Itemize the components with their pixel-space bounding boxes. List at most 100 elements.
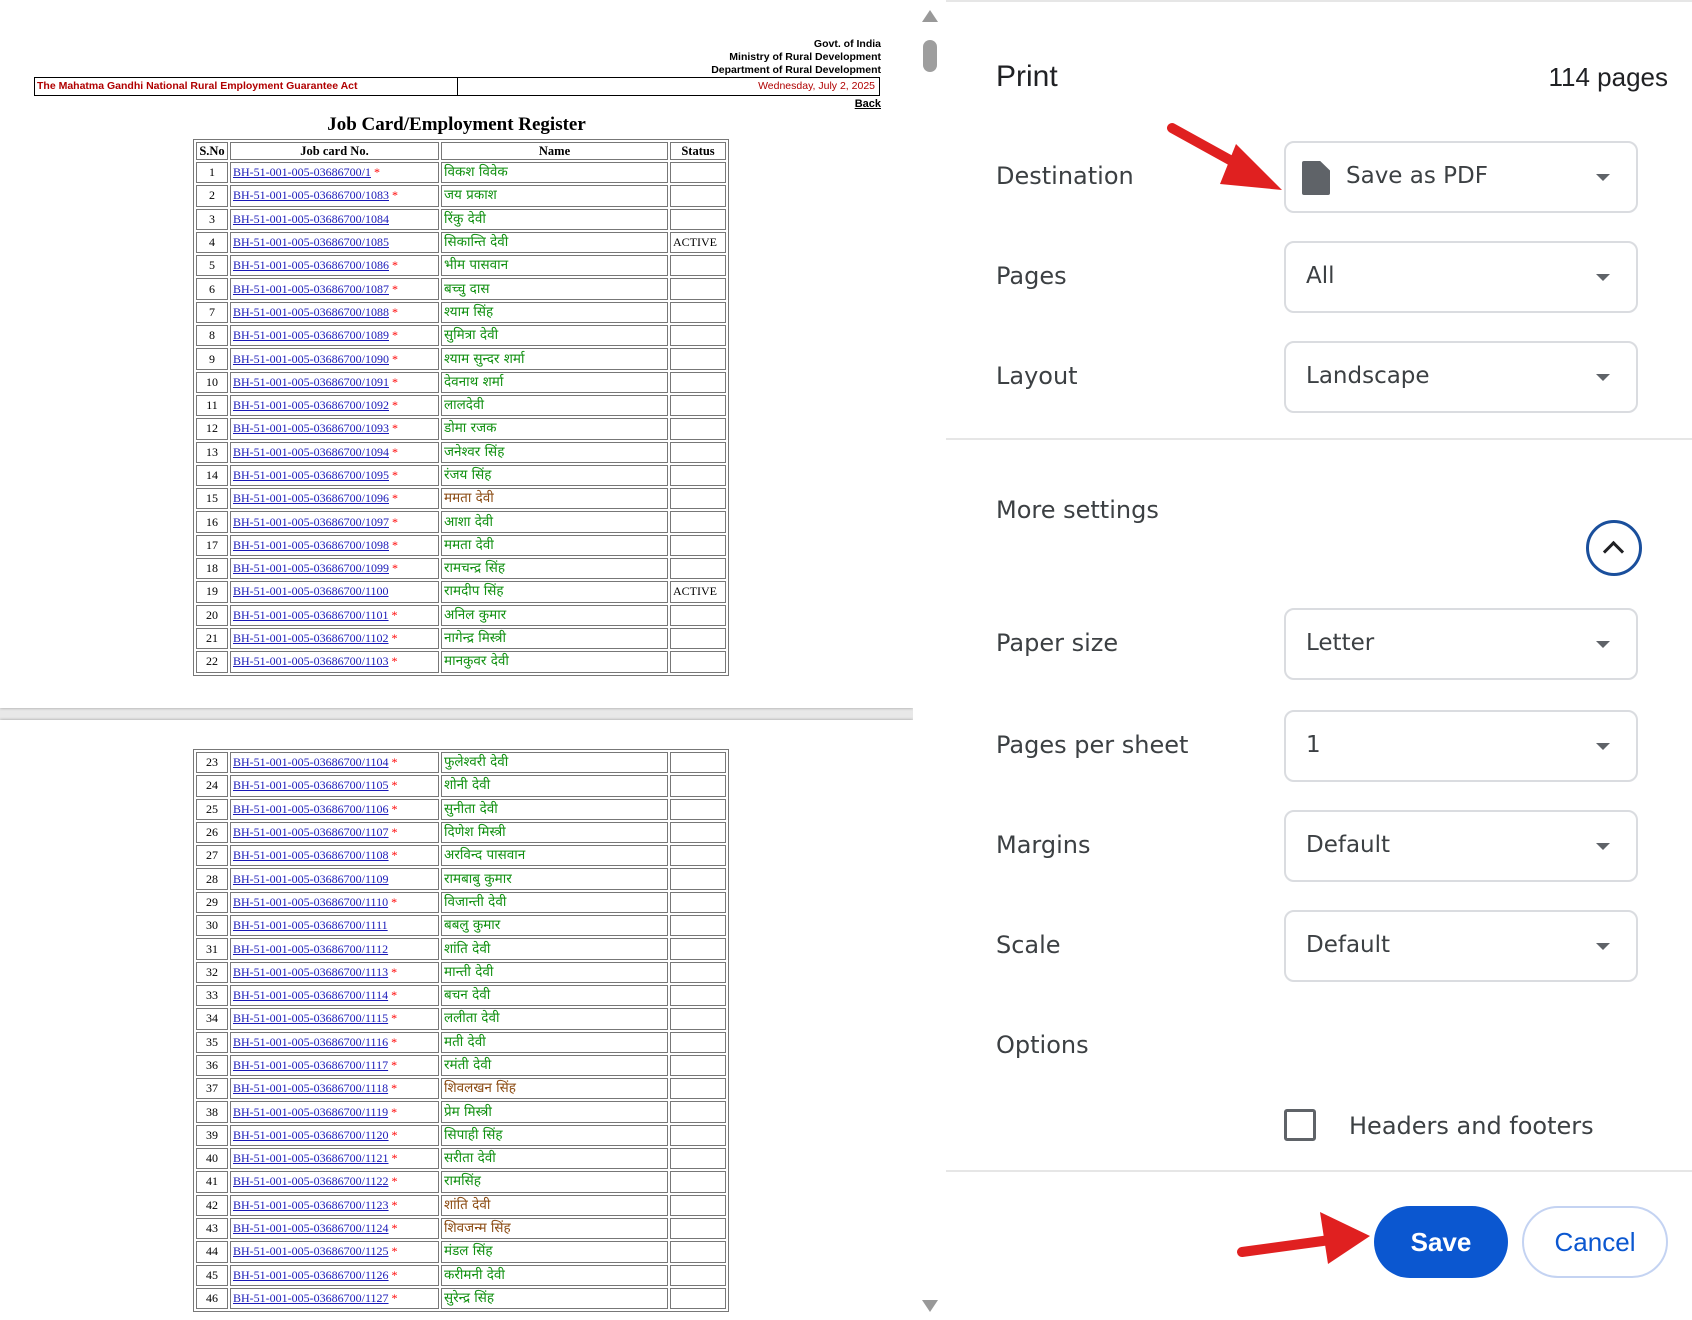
job-card-link[interactable]: BH-51-001-005-03686700/1111 [233, 918, 388, 932]
more-settings-label[interactable]: More settings [996, 496, 1159, 524]
job-card-link[interactable]: BH-51-001-005-03686700/1091 [233, 375, 389, 389]
cancel-button[interactable]: Cancel [1522, 1206, 1668, 1278]
destination-select[interactable]: Save as PDF [1284, 141, 1638, 213]
job-card-link[interactable]: BH-51-001-005-03686700/1084 [233, 212, 389, 226]
job-card-link[interactable]: BH-51-001-005-03686700/1118 [233, 1081, 388, 1095]
job-card-link[interactable]: BH-51-001-005-03686700/1113 [233, 965, 388, 979]
asterisk-marker: * [374, 165, 380, 180]
job-card-link[interactable]: BH-51-001-005-03686700/1100 [233, 584, 389, 598]
job-card-link[interactable]: BH-51-001-005-03686700/1109 [233, 872, 389, 886]
table-row: 36 BH-51-001-005-03686700/1117 * रमंती देवी [196, 1054, 726, 1077]
job-card-link[interactable]: BH-51-001-005-03686700/1107 [233, 825, 389, 839]
row-sno: 15 [196, 488, 228, 510]
job-card-link[interactable]: BH-51-001-005-03686700/1112 [233, 942, 388, 956]
job-card-link[interactable]: BH-51-001-005-03686700/1108 [233, 848, 389, 862]
act-banner-divider [457, 78, 458, 95]
job-card-link[interactable]: BH-51-001-005-03686700/1105 [233, 778, 389, 792]
job-card-link[interactable]: BH-51-001-005-03686700/1094 [233, 445, 389, 459]
job-card-link[interactable]: BH-51-001-005-03686700/1090 [233, 352, 389, 366]
scale-select[interactable]: Default [1284, 910, 1638, 982]
row-job-card-cell: BH-51-001-005-03686700/1098 * [230, 534, 439, 557]
row-job-card-cell: BH-51-001-005-03686700/1107 * [230, 821, 439, 844]
scrollbar-thumb[interactable] [923, 40, 937, 72]
asterisk-marker: * [392, 351, 398, 366]
job-card-link[interactable]: BH-51-001-005-03686700/1102 [233, 631, 389, 645]
back-link[interactable]: Back [855, 98, 881, 110]
job-card-link[interactable]: BH-51-001-005-03686700/1096 [233, 491, 389, 505]
annotation-arrow-destination-icon [1167, 123, 1282, 190]
asterisk-marker: * [392, 537, 398, 552]
job-card-link[interactable]: BH-51-001-005-03686700/1106 [233, 802, 389, 816]
asterisk-marker: * [391, 631, 398, 646]
job-card-link[interactable]: BH-51-001-005-03686700/1123 [233, 1198, 389, 1212]
job-card-link[interactable]: BH-51-001-005-03686700/1092 [233, 398, 389, 412]
row-status [670, 1287, 726, 1310]
asterisk-marker: * [391, 1058, 398, 1072]
job-card-link[interactable]: BH-51-001-005-03686700/1127 [233, 1291, 389, 1305]
job-card-link[interactable]: BH-51-001-005-03686700/1099 [233, 561, 389, 575]
job-card-link[interactable]: BH-51-001-005-03686700/1116 [233, 1035, 388, 1049]
job-card-link[interactable]: BH-51-001-005-03686700/1098 [233, 538, 389, 552]
table-row: 17 BH-51-001-005-03686700/1098 * ममता देवी [196, 534, 726, 557]
save-button[interactable]: Save [1374, 1206, 1508, 1278]
asterisk-marker: * [391, 1290, 398, 1305]
row-job-card-cell: BH-51-001-005-03686700/1100 [230, 581, 439, 603]
print-preview-pane[interactable]: Govt. of India Ministry of Rural Develop… [0, 0, 946, 1320]
row-name: रिंकु देवी [441, 208, 668, 230]
layout-select[interactable]: Landscape [1284, 341, 1638, 413]
job-card-link[interactable]: BH-51-001-005-03686700/1126 [233, 1268, 389, 1282]
job-card-link[interactable]: BH-51-001-005-03686700/1119 [233, 1105, 388, 1119]
table-row: 42 BH-51-001-005-03686700/1123 * शांति देवी [196, 1194, 726, 1216]
job-card-link[interactable]: BH-51-001-005-03686700/1093 [233, 421, 389, 435]
job-card-link[interactable]: BH-51-001-005-03686700/1089 [233, 328, 389, 342]
row-job-card-cell: BH-51-001-005-03686700/1111 [230, 915, 439, 937]
job-card-link[interactable]: BH-51-001-005-03686700/1125 [233, 1244, 389, 1258]
row-job-card-cell: BH-51-001-005-03686700/1124 * [230, 1217, 439, 1240]
pages-per-sheet-select[interactable]: 1 [1284, 710, 1638, 782]
row-job-card-cell: BH-51-001-005-03686700/1121 * [230, 1148, 439, 1170]
row-name: सुनीता देवी [441, 798, 668, 820]
row-job-card-cell: BH-51-001-005-03686700/1105 * [230, 775, 439, 797]
job-card-link[interactable]: BH-51-001-005-03686700/1104 [233, 755, 389, 769]
more-settings-toggle-button[interactable] [1586, 520, 1642, 576]
row-job-card-cell: BH-51-001-005-03686700/1102 * [230, 627, 439, 650]
job-card-link[interactable]: BH-51-001-005-03686700/1085 [233, 235, 389, 249]
scroll-up-arrow-icon[interactable] [922, 10, 938, 22]
scroll-down-arrow-icon[interactable] [922, 1300, 938, 1312]
job-card-link[interactable]: BH-51-001-005-03686700/1103 [233, 654, 389, 668]
row-status [670, 1078, 726, 1100]
job-card-link[interactable]: BH-51-001-005-03686700/1114 [233, 988, 388, 1002]
job-card-link[interactable]: BH-51-001-005-03686700/1101 [233, 608, 389, 622]
paper-size-select[interactable]: Letter [1284, 608, 1638, 680]
job-card-link[interactable]: BH-51-001-005-03686700/1115 [233, 1011, 388, 1025]
asterisk-marker: * [392, 561, 398, 576]
job-card-link[interactable]: BH-51-001-005-03686700/1086 [233, 258, 389, 272]
asterisk-marker: * [391, 964, 398, 979]
row-name: रामबाबु कुमार [441, 868, 668, 890]
row-job-card-cell: BH-51-001-005-03686700/1086 * [230, 255, 439, 277]
job-card-link[interactable]: BH-51-001-005-03686700/1083 [233, 188, 389, 202]
job-card-link[interactable]: BH-51-001-005-03686700/1120 [233, 1128, 389, 1142]
pages-select[interactable]: All [1284, 241, 1638, 313]
job-card-link[interactable]: BH-51-001-005-03686700/1121 [233, 1151, 389, 1165]
job-card-link[interactable]: BH-51-001-005-03686700/1087 [233, 282, 389, 296]
job-card-link[interactable]: BH-51-001-005-03686700/1097 [233, 515, 389, 529]
job-card-link[interactable]: BH-51-001-005-03686700/1124 [233, 1221, 389, 1235]
headers-footers-label[interactable]: Headers and footers [1349, 1112, 1594, 1140]
job-card-link[interactable]: BH-51-001-005-03686700/1122 [233, 1174, 389, 1188]
job-card-link[interactable]: BH-51-001-005-03686700/1117 [233, 1058, 388, 1072]
job-card-link[interactable]: BH-51-001-005-03686700/1110 [233, 895, 388, 909]
chevron-down-icon [1596, 943, 1610, 950]
row-status [670, 798, 726, 820]
job-card-link[interactable]: BH-51-001-005-03686700/1095 [233, 468, 389, 482]
headers-footers-checkbox[interactable] [1284, 1109, 1316, 1141]
job-card-link[interactable]: BH-51-001-005-03686700/1 [233, 165, 371, 179]
job-card-link[interactable]: BH-51-001-005-03686700/1088 [233, 305, 389, 319]
row-name: भीम पासवान [441, 255, 668, 277]
register-title: Job Card/Employment Register [327, 114, 586, 135]
row-job-card-cell: BH-51-001-005-03686700/1116 * [230, 1031, 439, 1053]
preview-scrollbar[interactable] [913, 0, 946, 1320]
chevron-up-icon [1602, 540, 1625, 563]
preview-page-2: 23 BH-51-001-005-03686700/1104 * फुलेश्वरी … [0, 720, 913, 1320]
margins-select[interactable]: Default [1284, 810, 1638, 882]
